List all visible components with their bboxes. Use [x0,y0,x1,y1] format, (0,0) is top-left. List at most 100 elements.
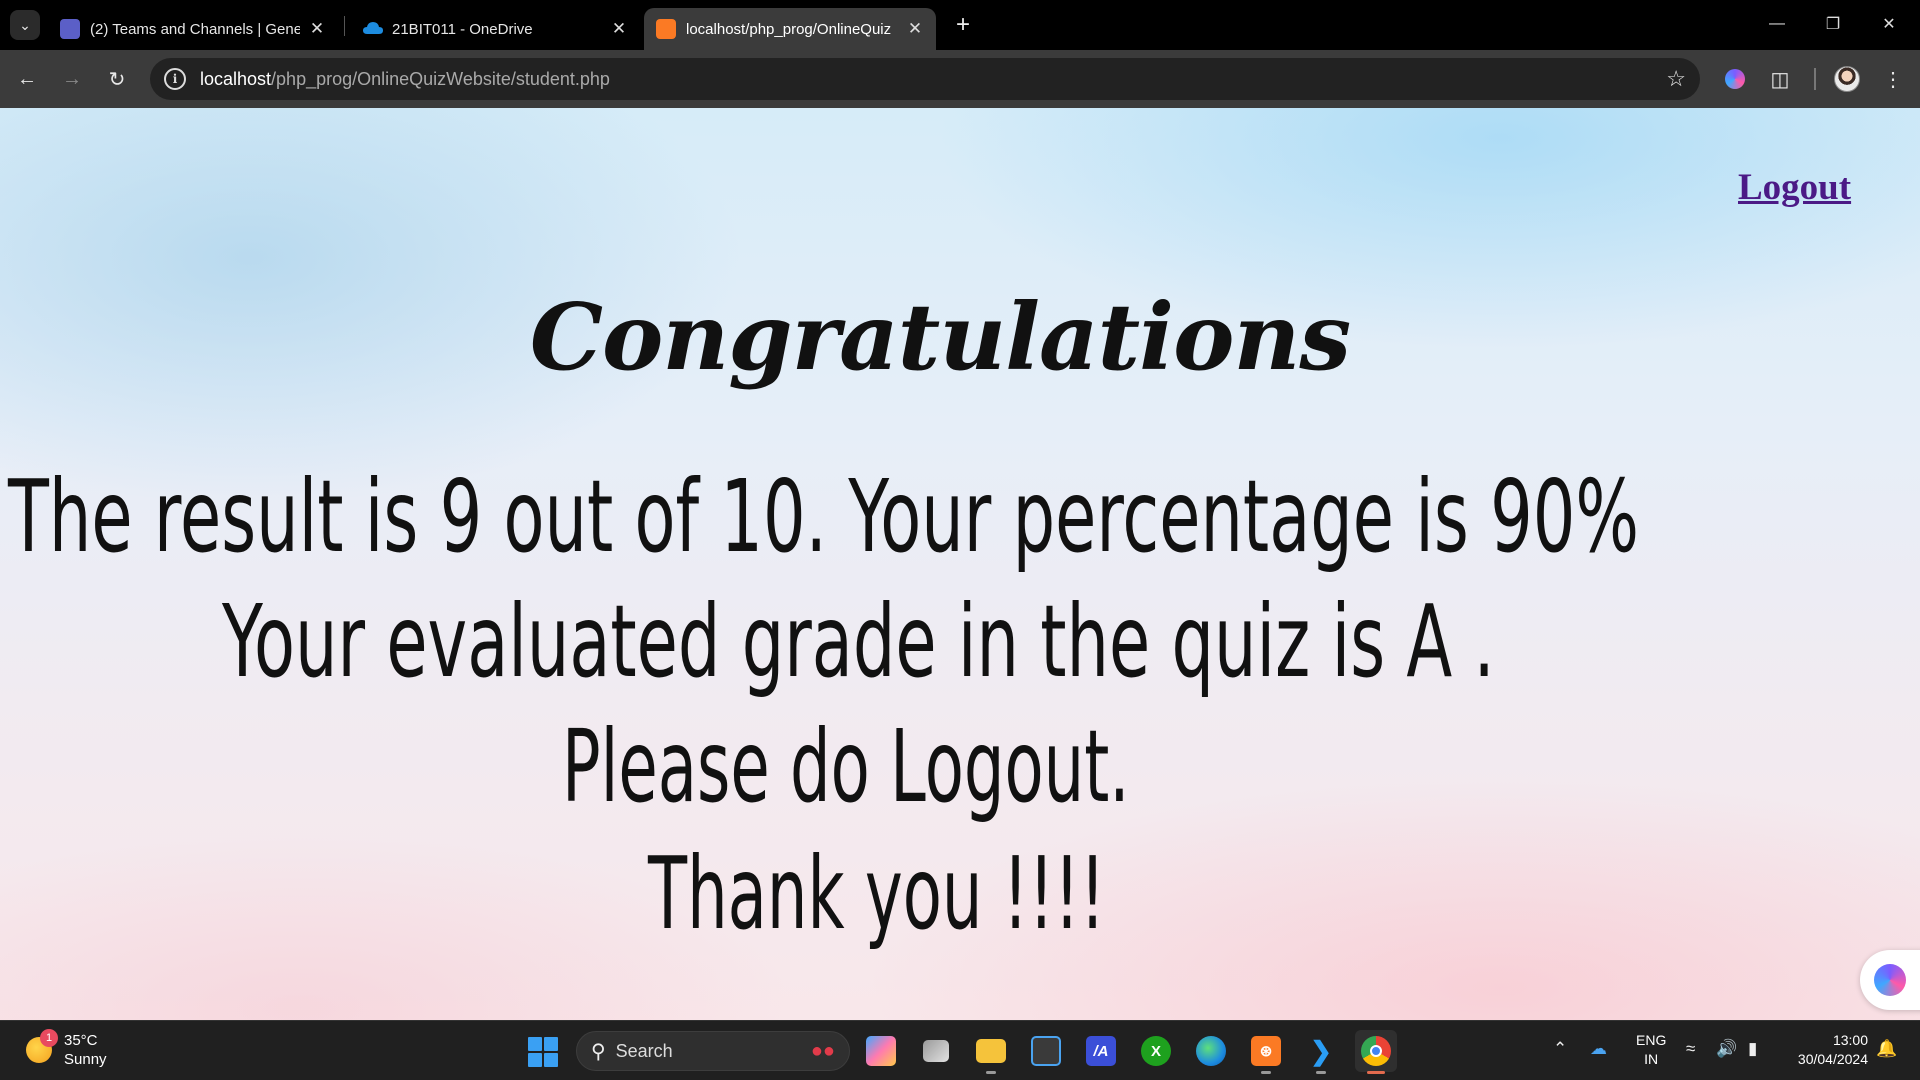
new-tab-button[interactable]: + [948,10,978,40]
taskbar-edge[interactable] [1190,1030,1232,1072]
xbox-icon: X [1141,1036,1171,1066]
running-indicator [1316,1071,1326,1074]
running-indicator [986,1071,996,1074]
tab-onedrive[interactable]: 21BIT011 - OneDrive ✕ [350,8,640,50]
running-indicator [1367,1071,1385,1074]
arrow-right-icon: → [62,67,82,90]
tab-teams[interactable]: (2) Teams and Channels | Gener ✕ [48,8,338,50]
tab-title: (2) Teams and Channels | Gener [90,20,300,38]
tab-localhost[interactable]: localhost/php_prog/OnlineQuiz ✕ [644,8,936,50]
restore-button[interactable]: ❐ [1810,6,1856,42]
address-bar[interactable]: i localhost/php_prog/OnlineQuizWebsite/s… [150,58,1700,100]
forward-button[interactable]: → [55,62,89,96]
logout-link[interactable]: Logout [1738,166,1851,209]
back-button[interactable]: ← [10,62,44,96]
grade-text: Your evaluated grade in the quiz is A . [222,583,1495,700]
show-hidden-icons-chevron-up-icon[interactable]: ⌃ [1553,1039,1567,1059]
taskbar: 1 35°C Sunny ⚲ Search ●● /A X ⊛ ❯ ⌃ ☁ EN… [0,1020,1920,1080]
taskbar-task-view[interactable] [915,1030,957,1072]
tab-strip: ⌄ (2) Teams and Channels | Gener ✕ 21BIT… [0,0,1920,50]
puzzle-icon: ◫ [1770,68,1790,91]
toolbar-divider [1814,68,1816,90]
folder-icon [976,1039,1006,1063]
bookmark-star-icon[interactable]: ☆ [1666,66,1686,92]
teams-icon [60,19,80,39]
taskbar-app-blue[interactable]: /A [1080,1030,1122,1072]
weather-widget[interactable]: 1 35°C Sunny [26,1029,107,1069]
url-host: localhost [200,68,272,89]
copilot-icon [866,1036,896,1066]
logout-prompt-text: Please do Logout. [562,708,1130,825]
weather-temperature: 35°C [64,1032,98,1049]
close-icon[interactable]: ✕ [906,19,924,39]
running-indicator [1261,1071,1271,1074]
minimize-icon: — [1769,15,1785,32]
reload-button[interactable]: ↻ [100,62,134,96]
profile-button[interactable] [1830,62,1864,96]
search-label: Search [615,1040,673,1061]
window-close-button[interactable]: ✕ [1866,6,1912,42]
xampp-icon [656,19,676,39]
copilot-extension-button[interactable] [1718,62,1752,96]
taskbar-search[interactable]: ⚲ Search ●● [576,1031,850,1071]
extensions-button[interactable]: ◫ [1763,62,1797,96]
clock-time: 13:00 [1832,1032,1868,1048]
tab-title: 21BIT011 - OneDrive [392,20,533,38]
store-icon [1031,1036,1061,1066]
restore-icon: ❐ [1825,16,1841,33]
wifi-icon[interactable]: ≈ [1686,1039,1695,1059]
brain-icon [1725,69,1745,89]
thank-you-text: Thank you !!!! [648,835,1106,952]
more-vert-icon: ⋮ [1883,68,1903,91]
search-icon: ⚲ [591,1040,606,1063]
chrome-icon [1361,1036,1391,1066]
lang-line-1: ENG [1636,1032,1667,1048]
clock[interactable]: 13:00 30/04/2024 [1786,1031,1868,1069]
copilot-floating-button[interactable] [1860,950,1920,1010]
notification-badge: 1 [40,1029,58,1047]
plus-icon: + [955,11,970,38]
arrow-left-icon: ← [17,67,37,90]
taskbar-store[interactable] [1025,1030,1067,1072]
taskbar-xbox[interactable]: X [1135,1030,1177,1072]
minimize-button[interactable]: — [1754,6,1800,42]
brain-icon [1874,964,1906,996]
onedrive-cloud-icon [362,19,383,39]
url-path: /php_prog/OnlineQuizWebsite/student.php [271,68,610,89]
taskbar-chrome[interactable] [1355,1030,1397,1074]
sun-icon: 1 [26,1029,58,1063]
task-view-icon [923,1040,949,1062]
result-text: The result is 9 out of 10. Your percenta… [8,458,1640,575]
lang-line-2: IN [1644,1051,1659,1067]
app-icon: /A [1086,1036,1116,1066]
tab-title: localhost/php_prog/OnlineQuiz [686,20,892,38]
close-icon[interactable]: ✕ [610,19,628,39]
browser-toolbar: ← → ↻ i localhost/php_prog/OnlineQuizWeb… [0,50,1920,108]
volume-icon[interactable]: 🔊 [1716,1039,1737,1059]
vscode-icon: ❯ [1310,1035,1332,1066]
menu-button[interactable]: ⋮ [1876,62,1910,96]
taskbar-vscode[interactable]: ❯ [1300,1030,1342,1074]
close-icon[interactable]: ✕ [308,19,326,39]
tab-search-button[interactable]: ⌄ [10,10,40,40]
site-info-icon[interactable]: i [164,68,186,90]
reload-icon: ↻ [108,68,126,91]
tab-separator [344,16,345,36]
congratulations-heading: Congratulations [529,283,1351,391]
battery-icon[interactable]: ▮ [1748,1039,1757,1059]
windows-logo-icon [528,1037,542,1051]
clock-date: 30/04/2024 [1797,1051,1868,1067]
taskbar-copilot[interactable] [860,1030,902,1072]
input-language[interactable]: ENG IN [1636,1031,1666,1069]
taskbar-xampp[interactable]: ⊛ [1245,1030,1287,1074]
close-icon: ✕ [1882,16,1896,33]
edge-icon [1196,1036,1226,1066]
weather-description: Sunny [64,1051,107,1068]
notification-bell-icon[interactable]: 🔔 [1876,1039,1897,1059]
onedrive-tray-icon[interactable]: ☁ [1590,1039,1607,1059]
avatar [1834,66,1860,92]
taskbar-file-explorer[interactable] [970,1030,1012,1074]
xampp-icon: ⊛ [1251,1036,1281,1066]
page-content: Logout Congratulations The result is 9 o… [0,108,1920,1020]
start-button[interactable] [528,1037,558,1067]
